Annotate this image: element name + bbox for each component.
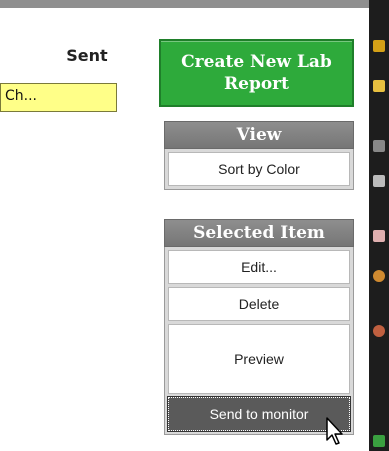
delete-button[interactable]: Delete [168,287,350,321]
selected-item-section-body: Edit... Delete Preview Send to monitor [164,247,354,435]
create-button-label: Create New Lab Report [181,52,332,94]
send-to-monitor-button[interactable]: Send to monitor [167,396,351,432]
link-icon [373,140,385,152]
selected-item-section: Selected Item Edit... Delete Preview Sen… [164,219,354,435]
selected-item-section-header: Selected Item [164,219,354,247]
image-icon [373,230,385,242]
right-side-panel [369,0,389,451]
view-section: View Sort by Color [164,121,354,190]
screen-icon [373,175,385,187]
window-top-strip [0,0,369,8]
sort-by-color-button[interactable]: Sort by Color [168,152,350,186]
preview-button[interactable]: Preview [168,324,350,394]
star-icon [373,80,385,92]
create-new-lab-report-button[interactable]: Create New Lab Report [159,39,354,107]
face-icon [373,270,385,282]
view-section-header: View [164,121,354,149]
person-icon [373,325,385,337]
mouse-pointer-icon [326,417,343,445]
view-section-body: Sort by Color [164,149,354,190]
star-icon [373,40,385,52]
edit-button[interactable]: Edit... [168,250,350,284]
sent-cell[interactable]: Ch... [0,83,117,112]
sent-column-header[interactable]: Sent [52,46,122,65]
green-marker-icon [373,435,385,447]
